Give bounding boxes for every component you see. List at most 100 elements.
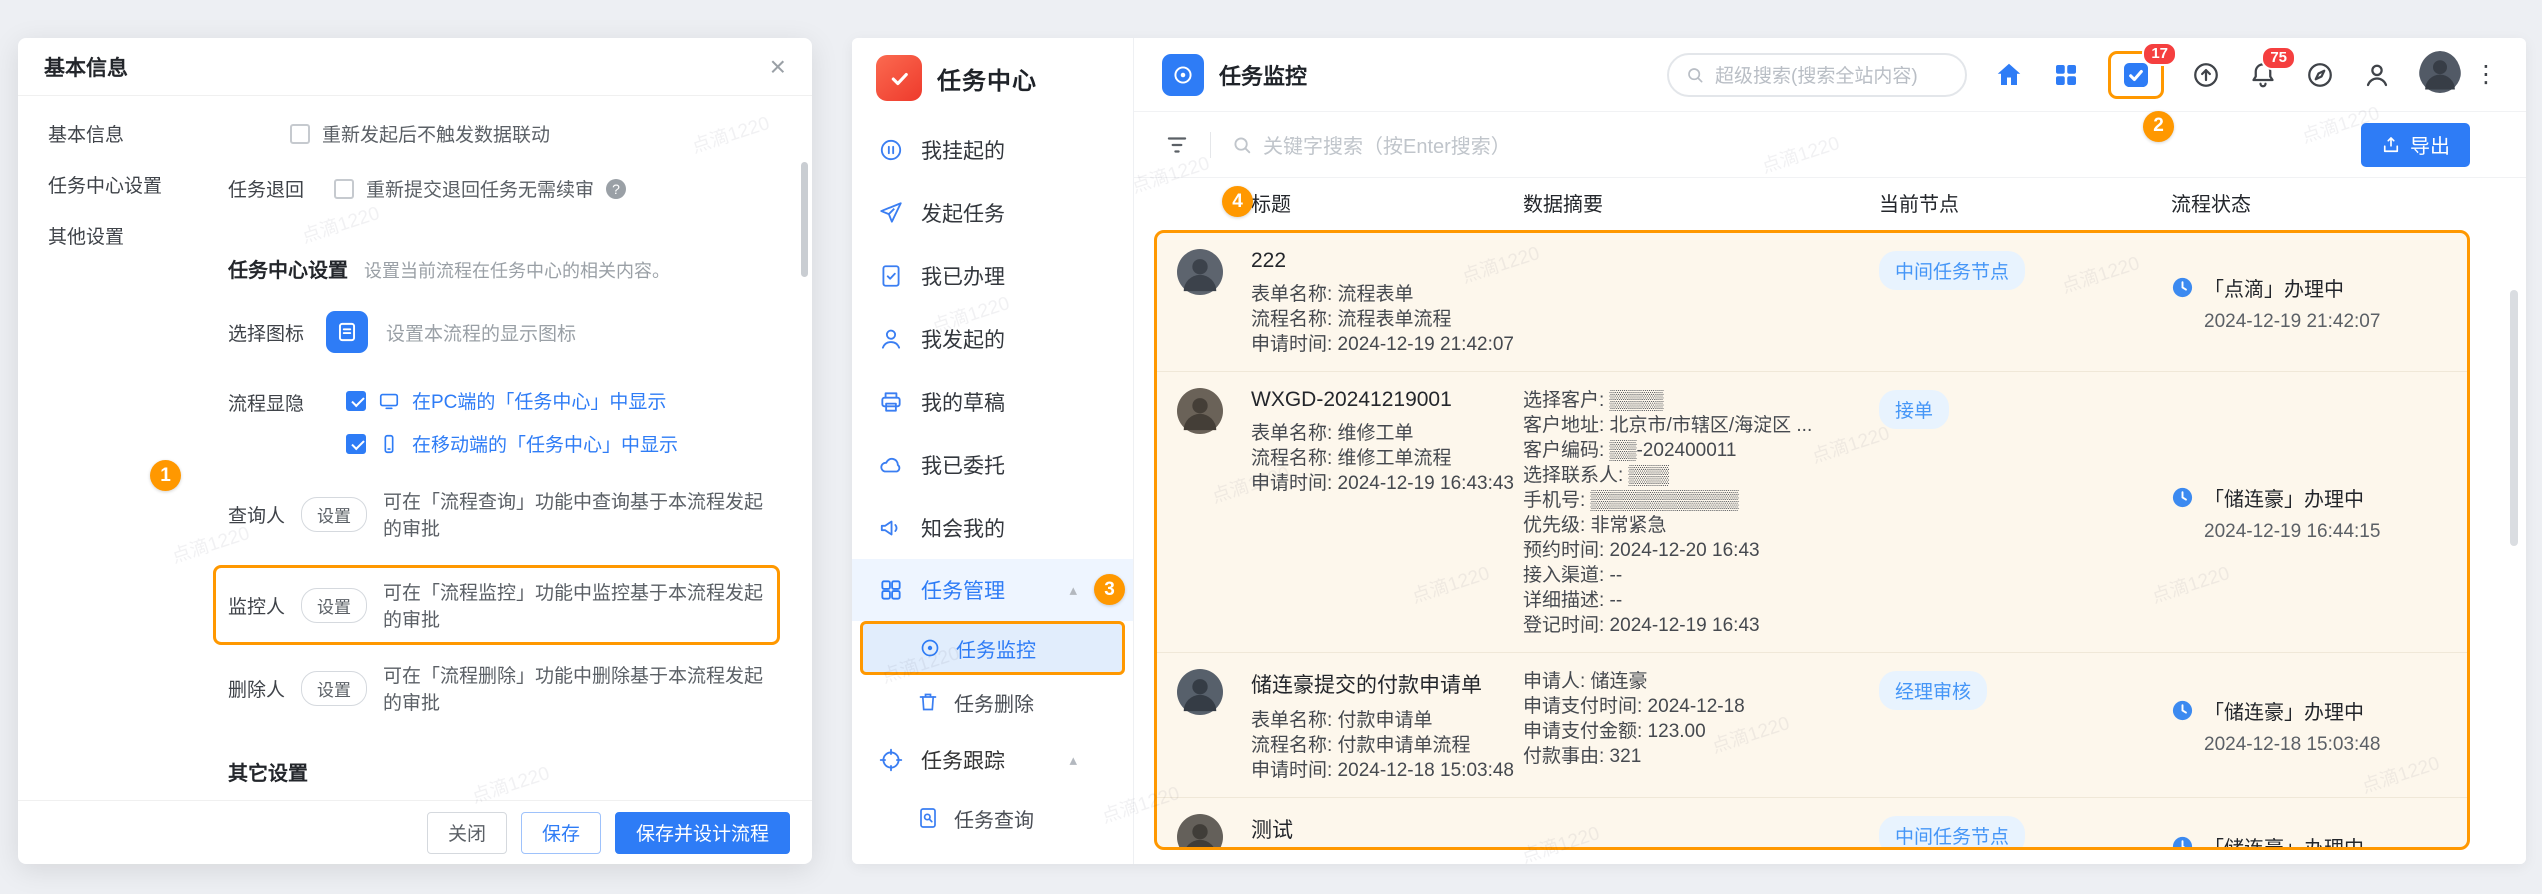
- table-row[interactable]: 测试 表单名称: 生产任务 中间任务节点 「储连豪」办理中: [1157, 798, 2467, 847]
- phone-icon: [384, 434, 394, 453]
- sidebar-item-label: 知会我的: [921, 517, 1005, 541]
- dialog-nav-task-center-settings[interactable]: 任务中心设置: [48, 171, 176, 198]
- close-icon[interactable]: ×: [770, 52, 786, 81]
- sidebar-item-suspended[interactable]: 我挂起的: [852, 118, 1133, 181]
- home-button[interactable]: [1994, 60, 2024, 90]
- dialog-body: 基本信息 任务中心设置 其他设置 重新发起后不触发数据联动 任务退回 重新提交退…: [18, 96, 812, 800]
- sidebar-item-task-monitor[interactable]: 任务监控: [860, 621, 1125, 675]
- table-row[interactable]: 储连豪提交的付款申请单 表单名称: 付款申请单 流程名称: 付款申请单流程 申请…: [1157, 653, 2467, 798]
- dialog-footer: 关闭 保存 保存并设计流程: [18, 800, 812, 864]
- save-button[interactable]: 保存: [520, 811, 601, 854]
- summary-line: 客户编码: ▒▒-202400011: [1523, 440, 1737, 461]
- query-role-set-button[interactable]: 设置: [301, 496, 368, 532]
- status-text: 「储连豪」办理中: [2204, 489, 2364, 511]
- export-button[interactable]: 导出: [2361, 122, 2470, 167]
- summary-line: 详细描述: --: [1523, 590, 1623, 611]
- filter-icon[interactable]: [1164, 132, 1190, 158]
- table-row[interactable]: WXGD-20241219001 表单名称: 维修工单 流程名称: 维修工单流程…: [1157, 372, 2467, 653]
- sidebar-item-label: 我发起的: [921, 328, 1005, 352]
- row-title: 测试: [1251, 819, 1293, 842]
- page-title: 任务监控: [1219, 63, 1308, 89]
- delete-role-row: 删除人 设置 可在「流程删除」功能中删除基于本流程发起的审批: [228, 661, 780, 715]
- publish-button[interactable]: [2191, 60, 2221, 90]
- summary-line: 登记时间: 2024-12-19 16:43: [1523, 615, 1760, 636]
- annotation-badge-3: 3: [1094, 574, 1125, 605]
- status-text: 「点滴」办理中: [2204, 279, 2344, 301]
- user-avatar[interactable]: [2419, 50, 2461, 99]
- resubmit-no-review-label: 重新提交退回任务无需续审: [366, 180, 595, 201]
- doc-search-icon: [920, 808, 936, 828]
- flow-icon-picker[interactable]: [326, 311, 369, 353]
- table-rows-highlight: 222 表单名称: 流程表单 流程名称: 流程表单流程 申请时间: 2024-1…: [1154, 230, 2470, 850]
- list-scrollbar[interactable]: [2510, 290, 2518, 546]
- row-meta: 表单名称: 流程表单: [1251, 284, 1414, 305]
- sidebar-item-label: 发起任务: [921, 202, 1005, 226]
- in-progress-icon: [2172, 487, 2193, 508]
- sidebar-group-task-management[interactable]: 任务管理 ▴ 3: [852, 559, 1133, 621]
- sidebar-item-launched-by-me[interactable]: 我发起的: [852, 307, 1133, 370]
- sidebar-item-label: 任务查询: [954, 809, 1034, 832]
- in-progress-icon: [2172, 700, 2193, 721]
- sidebar-item-cc-to-me[interactable]: 知会我的: [852, 496, 1133, 559]
- user-icon: [881, 329, 901, 349]
- close-button[interactable]: 关闭: [426, 811, 507, 854]
- select-icon-desc: 设置本流程的显示图标: [386, 323, 577, 345]
- dialog-nav-basic-info[interactable]: 基本信息: [48, 120, 176, 147]
- app-logo: [876, 55, 922, 101]
- global-search-placeholder: 超级搜索(搜索全站内容): [1715, 66, 1918, 87]
- sidebar-item-launch-task[interactable]: 发起任务: [852, 181, 1133, 244]
- more-menu-icon[interactable]: ⋮: [2474, 60, 2498, 89]
- sidebar-item-task-delete[interactable]: 任务删除: [852, 675, 1133, 729]
- row-meta: 表单名称: 维修工单: [1251, 423, 1414, 444]
- profile-button[interactable]: [2362, 60, 2392, 90]
- save-and-design-button[interactable]: 保存并设计流程: [614, 811, 790, 854]
- list-toolbar: 关键字搜索（按Enter搜索） 导出: [1134, 112, 2526, 178]
- help-icon[interactable]: ?: [606, 178, 627, 199]
- dialog-side-nav: 基本信息 任务中心设置 其他设置: [18, 96, 176, 800]
- notifications-button[interactable]: 75: [2248, 45, 2296, 90]
- megaphone-icon: [880, 520, 898, 535]
- sidebar-item-delegated[interactable]: 我已委托: [852, 433, 1133, 496]
- table-row[interactable]: 222 表单名称: 流程表单 流程名称: 流程表单流程 申请时间: 2024-1…: [1157, 233, 2467, 372]
- page: 点滴1220 点滴1220 点滴1220 点滴1220 点滴1220 点滴122…: [0, 0, 2542, 894]
- sidebar-item-label: 我已委托: [921, 454, 1005, 478]
- topbar-actions: 超级搜索(搜索全站内容) 17 2 75 ⋮: [1667, 41, 2498, 142]
- column-header-node: 当前节点: [1879, 193, 1959, 216]
- delete-role-set-button[interactable]: 设置: [301, 670, 368, 706]
- check-icon: [891, 72, 908, 85]
- table-header: 4 标题 数据摘要 当前节点 流程状态: [1134, 178, 2526, 226]
- monitor-icon: [379, 393, 399, 409]
- select-icon-label: 选择图标: [228, 323, 305, 345]
- row-meta: 申请时间: 2024-12-19 21:42:07: [1251, 334, 1514, 355]
- sidebar-item-handled[interactable]: 我已办理: [852, 244, 1133, 307]
- task-return-label: 任务退回: [228, 180, 305, 201]
- dialog-title: 基本信息: [44, 56, 128, 80]
- pc-visible-checkbox[interactable]: [346, 390, 366, 411]
- main-panel: 任务监控 超级搜索(搜索全站内容) 17 2 75 ⋮ 关键字搜索（按Enter…: [1134, 38, 2526, 864]
- mobile-visible-checkbox[interactable]: [346, 433, 366, 454]
- home-icon: [1997, 63, 2021, 85]
- monitor-role-set-button[interactable]: 设置: [301, 587, 368, 623]
- discover-button[interactable]: [2305, 60, 2335, 90]
- keyword-search-input[interactable]: 关键字搜索（按Enter搜索）: [1231, 130, 1511, 159]
- summary-line: 手机号: ▒▒▒▒▒▒▒▒▒▒▒: [1523, 490, 1739, 511]
- person-icon: [2366, 64, 2388, 86]
- chevron-up-icon[interactable]: ▴: [1069, 581, 1077, 599]
- row-meta: 表单名称: 付款申请单: [1251, 710, 1433, 731]
- mobile-visible-label: 在移动端的「任务中心」中显示: [412, 435, 679, 456]
- task-center-button-highlight[interactable]: 17 2: [2108, 41, 2177, 142]
- dialog-nav-other-settings[interactable]: 其他设置: [48, 222, 176, 249]
- resubmit-no-review-checkbox[interactable]: [334, 178, 355, 199]
- sidebar-item-task-query[interactable]: 任务查询: [852, 791, 1133, 845]
- sidebar-item-drafts[interactable]: 我的草稿: [852, 370, 1133, 433]
- delete-role-label: 删除人: [228, 679, 286, 701]
- dialog-scrollbar[interactable]: [801, 162, 808, 277]
- row-meta: 流程名称: 付款申请单流程: [1251, 735, 1471, 756]
- chevron-up-icon[interactable]: ▴: [1069, 751, 1077, 769]
- global-search-input[interactable]: 超级搜索(搜索全站内容): [1667, 52, 1967, 97]
- relaunch-no-linkage-checkbox[interactable]: [290, 123, 310, 144]
- row-title: WXGD-20241219001: [1251, 388, 1452, 411]
- compass-icon: [2308, 62, 2332, 87]
- sidebar-group-task-tracking[interactable]: 任务跟踪 ▴: [852, 729, 1133, 791]
- apps-button[interactable]: [2051, 60, 2081, 90]
